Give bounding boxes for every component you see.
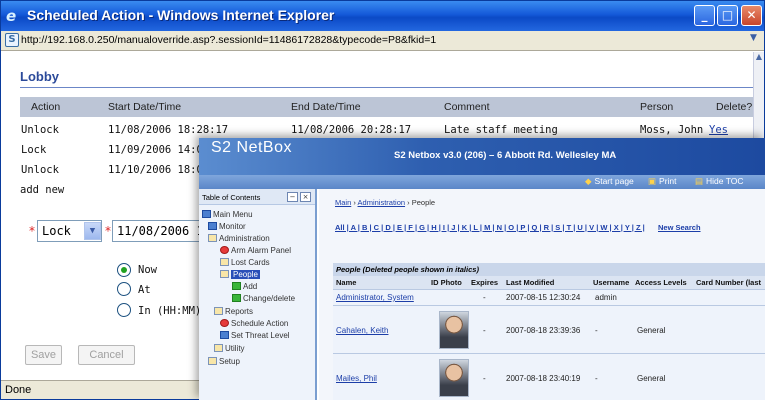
toc-item-arm-alarm[interactable]: Arm Alarm Panel [220, 246, 291, 255]
delete-link[interactable]: Yes [709, 124, 728, 136]
radio-at[interactable] [117, 282, 131, 296]
col-action: Action [31, 101, 61, 113]
radio-in-label: In (HH:MM) [138, 305, 202, 317]
toc-icon: ▤ [695, 176, 704, 186]
folder-icon [208, 357, 217, 365]
hide-toc-link[interactable]: ▤ Hide TOC [695, 176, 744, 187]
breadcrumb-current: People [411, 198, 436, 207]
toc-item-threat-level[interactable]: Set Threat Level [220, 331, 290, 340]
toc-item-add[interactable]: Add [232, 282, 257, 291]
actions-table-header: Action Start Date/Time End Date/Time Com… [20, 97, 753, 117]
schedule-icon [220, 319, 229, 327]
close-icon: ✕ [746, 8, 757, 22]
netbox-window: S2 NetBox S2 Netbox v3.0 (206) – 6 Abbot… [199, 138, 765, 400]
toc-item-people[interactable]: People [220, 270, 260, 279]
toc-title: Table of Contents [202, 193, 261, 202]
person-link[interactable]: Administrator, System [336, 293, 414, 302]
home-icon: ◆ [585, 176, 592, 186]
chevron-down-icon[interactable]: ▼ [750, 33, 757, 43]
toc-item-monitor[interactable]: Monitor [208, 222, 246, 231]
person-link[interactable]: Mailes, Phil [336, 374, 377, 383]
folder-icon [214, 344, 223, 352]
toc-item-administration[interactable]: Administration [208, 234, 270, 243]
add-icon [232, 282, 241, 290]
toc-item-utility[interactable]: Utility [214, 344, 245, 353]
radio-now-label: Now [138, 264, 157, 276]
radio-at-label: At [138, 284, 151, 296]
threat-icon [220, 331, 229, 339]
people-icon [220, 270, 229, 278]
chevron-down-icon[interactable]: ▼ [84, 222, 101, 240]
toc-item-lost-cards[interactable]: Lost Cards [220, 258, 270, 267]
monitor-icon [208, 222, 217, 230]
ie-logo-icon: e [6, 7, 17, 25]
url-text[interactable]: http://192.168.0.250/manualoverride.asp?… [21, 34, 436, 46]
netbox-main: Main › Administration › People All | A |… [319, 189, 765, 400]
page-title: Lobby [20, 69, 59, 84]
maximize-icon: □ [721, 8, 734, 22]
netbox-toolbar: ◆ Start page ▣ Print ▤ Hide TOC [199, 175, 765, 189]
address-bar[interactable]: S http://192.168.0.250/manualoverride.as… [1, 31, 764, 51]
save-button[interactable]: Save [25, 345, 62, 365]
toc-item-setup[interactable]: Setup [208, 357, 240, 366]
action-select[interactable]: Lock ▼ [37, 220, 102, 242]
radio-in[interactable] [117, 303, 131, 317]
start-page-link[interactable]: ◆ Start page [585, 176, 634, 187]
window-title: Scheduled Action - Windows Internet Expl… [27, 7, 335, 23]
new-search-link[interactable]: New Search [658, 223, 701, 232]
toc-item-change-delete[interactable]: Change/delete [232, 294, 295, 303]
people-table-header: Name ID Photo Expires Last Modified User… [333, 276, 765, 289]
breadcrumb-administration[interactable]: Administration [358, 198, 406, 207]
add-new-link[interactable]: add new [20, 184, 64, 196]
print-link[interactable]: ▣ Print [648, 176, 677, 187]
collapse-icon[interactable]: − [287, 192, 298, 202]
maximize-button[interactable]: □ [717, 5, 738, 26]
table-row: Administrator, System - 2007-08-15 12:30… [333, 289, 765, 305]
alphabet-filter[interactable]: All | A | B | C | D | E | F | G | H | I … [335, 223, 645, 232]
close-button[interactable]: ✕ [741, 5, 762, 26]
table-of-contents: Table of Contents − × Main Menu Monitor … [199, 189, 317, 400]
person-link[interactable]: Cahalen, Keith [336, 326, 388, 335]
people-table-caption: People (Deleted people shown in italics) [333, 263, 765, 276]
toc-item-main-menu[interactable]: Main Menu [202, 210, 253, 219]
toc-item-schedule-action[interactable]: Schedule Action [220, 319, 288, 328]
minimize-button[interactable]: _ [694, 5, 715, 26]
table-row: Unlock 11/08/2006 18:28:17 11/08/2006 20… [21, 124, 728, 136]
required-marker: * [29, 224, 35, 238]
folder-icon [214, 307, 223, 315]
netbox-logo: S2 NetBox [211, 139, 292, 156]
toc-item-reports[interactable]: Reports [214, 307, 253, 316]
alarm-icon [220, 246, 229, 254]
table-row: Cahalen, Keith - 2007-08-18 23:39:36 - G… [333, 305, 765, 353]
edit-icon [232, 294, 241, 302]
col-comment: Comment [444, 101, 490, 113]
close-icon[interactable]: × [300, 192, 311, 202]
netbox-banner: S2 NetBox S2 Netbox v3.0 (206) – 6 Abbot… [199, 138, 765, 175]
status-text: Done [5, 384, 32, 396]
col-delete: Delete? [716, 101, 753, 113]
card-icon [220, 258, 229, 266]
toc-header: Table of Contents − × [199, 189, 315, 205]
id-photo [439, 359, 469, 397]
radio-now[interactable] [117, 263, 131, 277]
breadcrumb: Main › Administration › People [335, 198, 436, 207]
minimize-icon: _ [701, 8, 708, 22]
col-person: Person [640, 101, 674, 113]
title-divider [20, 87, 753, 88]
title-bar[interactable]: e Scheduled Action - Windows Internet Ex… [1, 1, 764, 31]
folder-icon [208, 234, 217, 242]
col-start: Start Date/Time [108, 101, 182, 113]
scroll-up-icon[interactable]: ▲ [754, 52, 764, 66]
page-icon: S [5, 33, 19, 47]
col-end: End Date/Time [291, 101, 361, 113]
folder-icon [202, 210, 211, 218]
required-marker: * [105, 224, 111, 238]
breadcrumb-main[interactable]: Main [335, 198, 351, 207]
table-row: Mailes, Phil - 2007-08-18 23:40:19 - Gen… [333, 353, 765, 400]
cancel-button[interactable]: Cancel [78, 345, 135, 365]
id-photo [439, 311, 469, 349]
print-icon: ▣ [648, 176, 657, 186]
netbox-version: S2 Netbox v3.0 (206) – 6 Abbott Rd. Well… [394, 150, 617, 161]
